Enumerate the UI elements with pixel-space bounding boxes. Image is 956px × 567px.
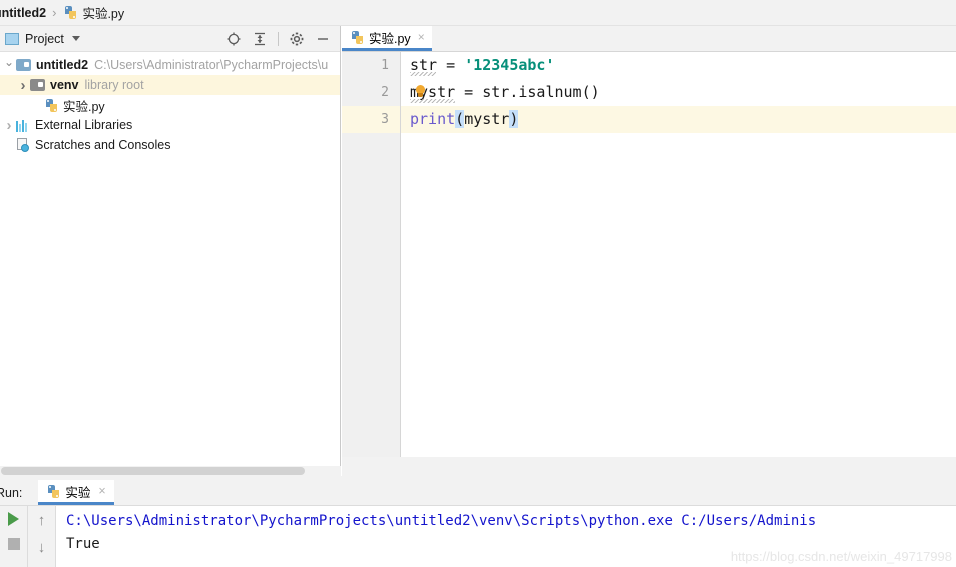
editor-tab-label: 实验.py: [369, 31, 411, 46]
libraries-icon: [16, 119, 30, 132]
editor-tab-shiyan-py[interactable]: 实验.py ×: [342, 26, 432, 51]
breadcrumb-file[interactable]: 实验.py: [82, 3, 124, 22]
expand-arrow-icon[interactable]: [2, 117, 16, 134]
gear-icon[interactable]: [289, 31, 305, 47]
toolbar-divider: [278, 31, 279, 46]
python-file-icon: [350, 30, 365, 45]
code-line-1[interactable]: str = '12345abc': [401, 52, 956, 79]
stop-button[interactable]: [7, 538, 20, 550]
editor-area: 实验.py × 1 2 3 str = '12345abc' mystr = s…: [342, 26, 956, 457]
code-function-name: print: [410, 110, 456, 128]
breadcrumb-project[interactable]: untitled2: [0, 6, 46, 20]
python-file-icon: [44, 98, 59, 113]
project-panel-header: Project: [0, 26, 340, 52]
tree-item-label: External Libraries: [35, 118, 133, 132]
project-horizontal-scrollbar-thumb[interactable]: [1, 467, 305, 475]
editor-gutter: 1 2 3: [342, 52, 401, 457]
close-icon[interactable]: ×: [98, 484, 105, 498]
breadcrumb-separator: ›: [52, 5, 57, 20]
locate-icon[interactable]: [226, 31, 242, 47]
code-argument: mystr: [464, 110, 510, 128]
project-tree: untitled2 C:\Users\Administrator\Pycharm…: [0, 52, 340, 155]
expand-arrow-icon[interactable]: [16, 77, 30, 94]
run-button[interactable]: [8, 512, 19, 526]
scroll-down-button[interactable]: ↓: [38, 539, 46, 556]
line-number: 3: [342, 106, 400, 133]
collapse-all-icon[interactable]: [252, 31, 268, 47]
line-number: 2: [381, 85, 389, 100]
code-text-area[interactable]: str = '12345abc' mystr = str.isalnum() p…: [401, 52, 956, 457]
scroll-up-button[interactable]: ↑: [38, 512, 46, 529]
pycharm-window: untitled2 › 实验.py Project: [0, 0, 956, 567]
tree-item-label: venv: [50, 78, 79, 92]
tree-item-label: 实验.py: [63, 99, 105, 114]
run-panel-header: Run: 实验 ×: [0, 480, 956, 506]
tree-item-detail: library root: [84, 78, 144, 92]
folder-icon: [16, 59, 31, 71]
run-tool-window: Run: 实验 × ↑ ↓ C:\Users\Administrator\Pyc…: [0, 480, 956, 567]
chevron-down-icon[interactable]: [71, 36, 80, 41]
python-file-icon: [63, 5, 78, 20]
run-navigation-toolbar: ↑ ↓: [28, 506, 56, 567]
watermark: https://blog.csdn.net/weixin_49717998: [730, 549, 952, 564]
tree-item-venv[interactable]: venv library root: [0, 75, 340, 95]
line-number: 1: [381, 58, 389, 73]
console-output[interactable]: C:\Users\Administrator\PycharmProjects\u…: [56, 506, 956, 567]
tree-item-path: C:\Users\Administrator\PycharmProjects\u: [94, 58, 329, 72]
python-icon: [46, 484, 61, 499]
project-panel-title: Project: [25, 31, 64, 46]
tree-item-untitled2[interactable]: untitled2 C:\Users\Administrator\Pycharm…: [0, 55, 340, 75]
folder-gray-icon: [30, 79, 45, 91]
expand-arrow-icon[interactable]: [2, 58, 16, 72]
project-window-icon: [5, 32, 19, 45]
run-panel-body: ↑ ↓ C:\Users\Administrator\PycharmProjec…: [0, 506, 956, 567]
matched-paren-close: ): [509, 110, 519, 128]
close-icon[interactable]: ×: [418, 30, 425, 44]
tree-item-external-libraries[interactable]: External Libraries: [0, 115, 340, 135]
tree-item-file[interactable]: 实验.py: [0, 95, 340, 115]
code-line-3[interactable]: print(mystr): [401, 106, 956, 133]
project-tool-window: Project ⌄ untitled2 C:\Users\Administrat…: [0, 26, 341, 481]
tree-item-label: Scratches and Consoles: [35, 138, 171, 152]
editor-tab-bar: 实验.py ×: [342, 26, 956, 52]
breadcrumb: untitled2 › 实验.py: [0, 0, 956, 26]
scratches-icon: [16, 138, 31, 152]
code-line-2[interactable]: mystr = str.isalnum(): [401, 79, 956, 106]
run-tab-label: 实验: [65, 485, 91, 500]
matched-paren-open: (: [455, 110, 465, 128]
run-panel-label: Run:: [0, 486, 23, 500]
code-string-literal: '12345abc': [464, 56, 555, 74]
code-editor[interactable]: 1 2 3 str = '12345abc' mystr = str.isaln…: [342, 52, 956, 457]
run-action-toolbar: [0, 506, 28, 567]
run-tab-shiyan[interactable]: 实验 ×: [38, 480, 114, 505]
console-command-line: C:\Users\Administrator\PycharmProjects\u…: [66, 513, 817, 529]
intention-bulb-icon[interactable]: [415, 85, 426, 98]
minimize-icon[interactable]: [315, 31, 331, 47]
tree-item-label: untitled2: [36, 58, 89, 72]
tree-item-scratches[interactable]: Scratches and Consoles: [0, 135, 340, 155]
